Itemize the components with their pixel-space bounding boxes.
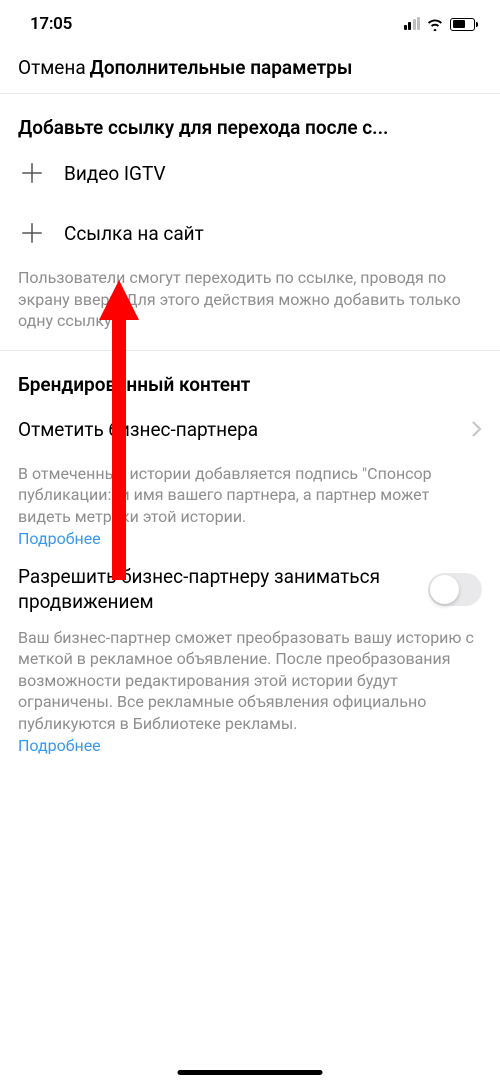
status-time: 17:05 [30,14,72,34]
plus-icon [18,159,46,187]
tag-partner-label: Отметить бизнес-партнера [18,418,258,441]
tag-partner-row[interactable]: Отметить бизнес-партнера [18,400,482,459]
promote-toggle[interactable] [428,573,482,606]
tag-partner-description: В отмеченные истории добавляется подпись… [18,459,482,553]
promote-description: Ваш бизнес-партнер сможет преобразовать … [18,627,482,775]
add-weblink-row[interactable]: Ссылка на сайт [18,203,482,263]
home-indicator [178,1070,323,1075]
cancel-button[interactable]: Отмена [18,56,86,79]
add-weblink-label: Ссылка на сайт [64,222,204,245]
status-icons [404,17,479,31]
branded-section-title: Брендированный контент [18,351,482,400]
chevron-right-icon [472,420,482,438]
promote-toggle-label: Разрешить бизнес-партнеру заниматься про… [18,565,412,614]
link-section: Добавьте ссылку для перехода после с... … [0,94,500,350]
learn-more-link[interactable]: Подробнее [18,735,101,757]
add-igtv-label: Видео IGTV [64,162,166,185]
promote-toggle-row: Разрешить бизнес-партнеру заниматься про… [18,553,482,626]
link-description: Пользователи смогут переходить по ссылке… [18,263,482,350]
status-bar: 17:05 [0,0,500,44]
battery-icon [450,18,478,31]
link-section-title: Добавьте ссылку для перехода после с... [18,94,482,143]
wifi-icon [426,17,444,31]
learn-more-link[interactable]: Подробнее [18,528,101,550]
page-title: Дополнительные параметры [90,56,353,79]
nav-header: Отмена Дополнительные параметры [0,44,500,94]
signal-icon [404,18,421,30]
plus-icon [18,219,46,247]
add-igtv-row[interactable]: Видео IGTV [18,143,482,203]
branded-section: Брендированный контент Отметить бизнес-п… [0,351,500,774]
